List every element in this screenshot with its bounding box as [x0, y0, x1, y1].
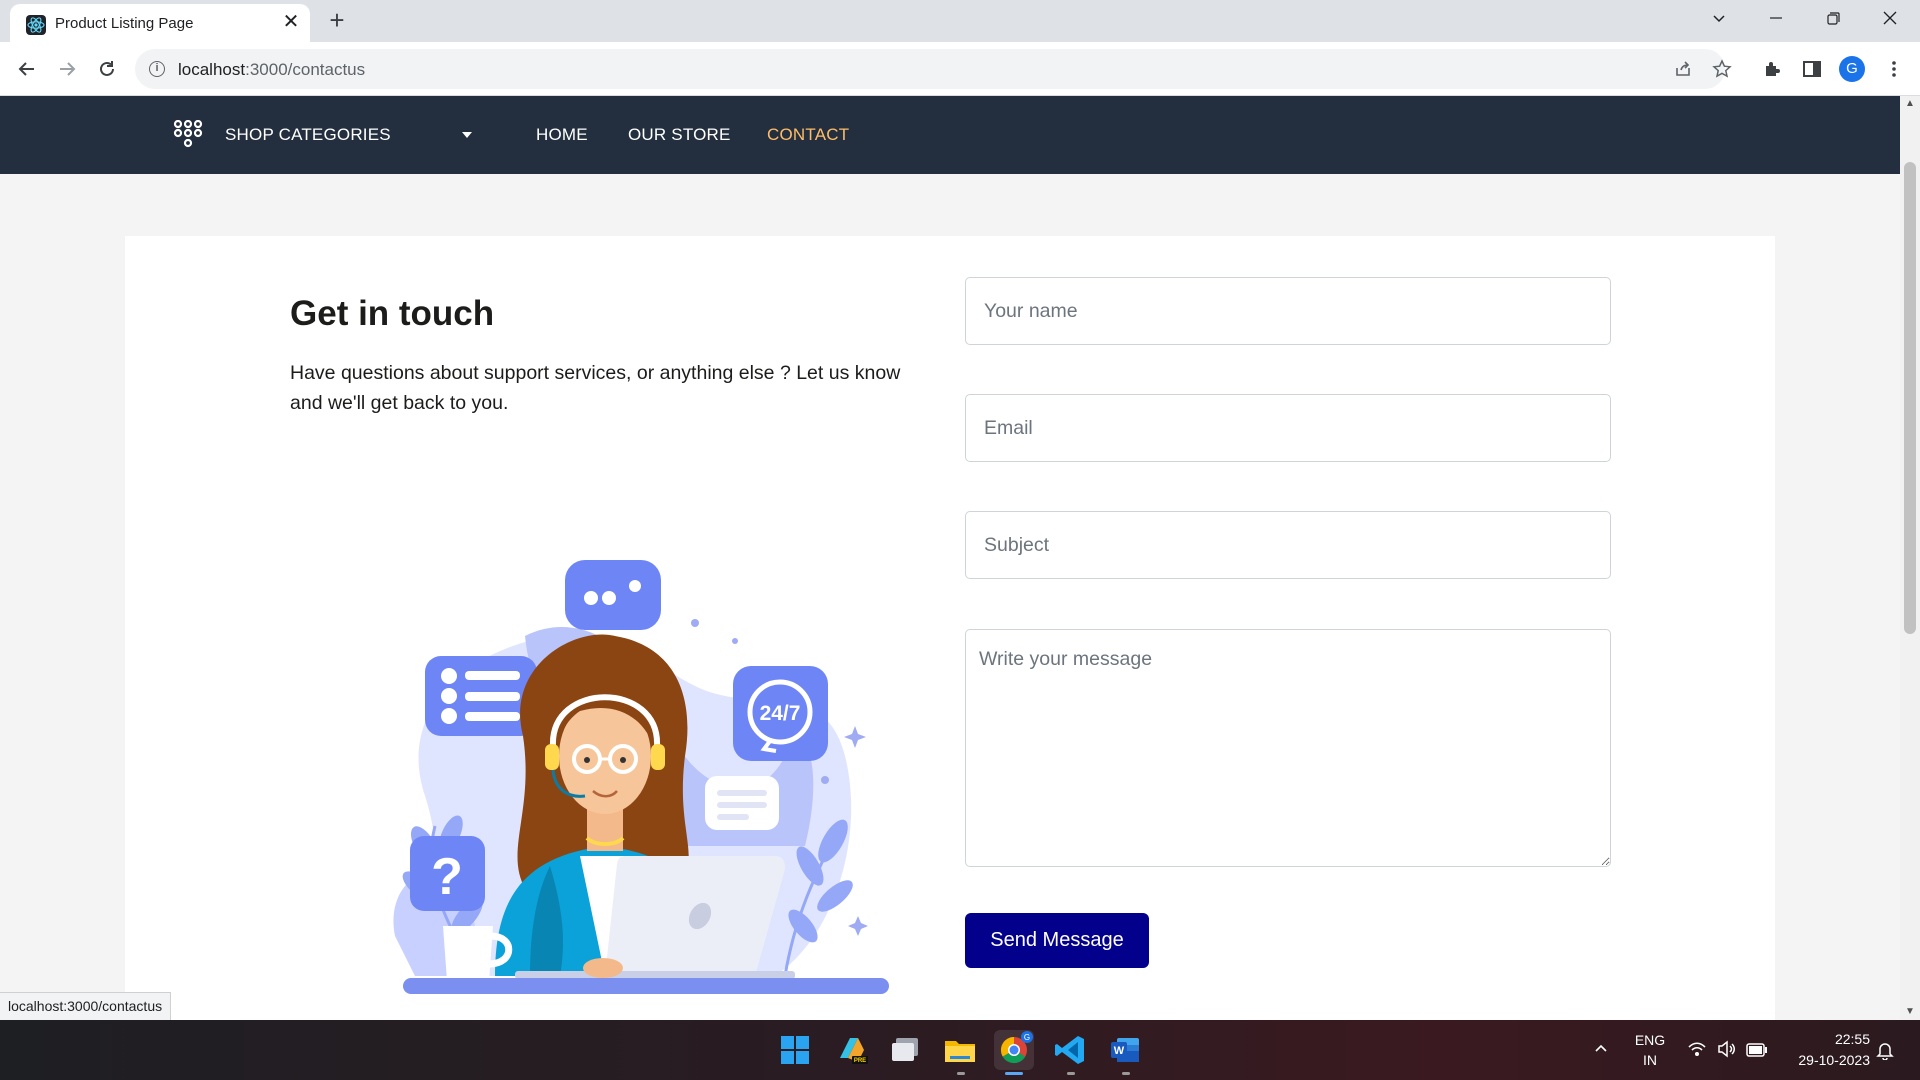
show-hidden-icons-icon[interactable] [1590, 1040, 1612, 1060]
react-favicon-icon [26, 15, 46, 35]
file-explorer-icon[interactable] [940, 1030, 980, 1070]
tab-title: Product Listing Page [55, 15, 194, 32]
region-indicator[interactable]: IN [1628, 1052, 1672, 1068]
support-agent-illustration: 24/7 ? [393, 560, 889, 994]
close-window-icon[interactable] [1865, 0, 1915, 36]
url-path: :3000/contactus [245, 60, 366, 79]
contact-card: Get in touch Have questions about suppor… [125, 236, 1775, 1020]
clock-time[interactable]: 22:55 [1780, 1031, 1870, 1047]
reload-icon[interactable] [93, 55, 121, 83]
menu-icon[interactable] [1880, 55, 1908, 83]
active-indicator [1005, 1072, 1023, 1075]
contact-description: Have questions about support services, o… [290, 362, 901, 414]
minimize-icon[interactable] [1751, 0, 1801, 36]
battery-icon[interactable] [1746, 1040, 1768, 1060]
new-tab-icon[interactable]: + [324, 7, 350, 33]
subject-field[interactable] [965, 511, 1611, 579]
clipchamp-icon[interactable]: PRE [832, 1030, 872, 1070]
nav-link-our-store[interactable]: OUR STORE [628, 125, 731, 145]
vscode-icon[interactable] [1050, 1030, 1090, 1070]
back-icon[interactable] [13, 55, 41, 83]
browser-tab-strip: Product Listing Page ✕ + [0, 0, 1920, 42]
info-icon[interactable]: i [149, 61, 165, 77]
volume-icon[interactable] [1716, 1040, 1738, 1060]
browser-tab[interactable]: Product Listing Page ✕ [10, 4, 310, 42]
profile-avatar[interactable]: G [1839, 56, 1865, 82]
tab-search-icon[interactable] [1694, 0, 1744, 36]
svg-text:PRE: PRE [854, 1058, 866, 1064]
extensions-icon[interactable] [1758, 55, 1786, 83]
page-scrollbar[interactable]: ▲ ▼ [1900, 96, 1920, 1020]
word-icon[interactable]: W [1105, 1030, 1145, 1070]
windows-taskbar: PRE G W ENG IN 22:55 29-10-2023 [0, 1020, 1920, 1080]
url-host: localhost [178, 60, 246, 79]
address-url[interactable]: localhost:3000/contactus [178, 60, 365, 80]
site-navbar: SHOP CATEGORIES HOME OUR STORE CONTACT [0, 96, 1900, 174]
scroll-up-icon[interactable]: ▲ [1900, 96, 1920, 112]
running-indicator [1122, 1072, 1130, 1075]
message-textarea[interactable] [965, 629, 1611, 867]
running-indicator [1067, 1072, 1075, 1075]
caret-down-icon[interactable] [462, 132, 472, 138]
side-panel-icon[interactable] [1798, 55, 1826, 83]
running-indicator [957, 1072, 965, 1075]
notification-bell-icon[interactable] [1874, 1040, 1896, 1061]
shop-categories-dropdown[interactable]: SHOP CATEGORIES [225, 125, 391, 145]
wifi-icon[interactable] [1686, 1040, 1708, 1060]
restore-icon[interactable] [1808, 0, 1858, 36]
share-icon[interactable] [1671, 57, 1695, 81]
status-bar-url: localhost:3000/contactus [0, 992, 172, 1020]
tab-close-icon[interactable]: ✕ [280, 11, 302, 33]
browser-toolbar: i localhost:3000/contactus [0, 42, 1920, 96]
categories-grid-icon [172, 119, 206, 150]
svg-text:G: G [1024, 1033, 1030, 1042]
forward-icon[interactable] [53, 55, 81, 83]
svg-text:W: W [1114, 1045, 1125, 1057]
scroll-thumb[interactable] [1904, 162, 1916, 634]
start-icon[interactable] [775, 1030, 815, 1070]
task-view-icon[interactable] [886, 1030, 926, 1070]
page-viewport: SHOP CATEGORIES HOME OUR STORE CONTACT G… [0, 96, 1900, 1020]
twenty-four-seven-label: 24/7 [760, 702, 801, 725]
nav-link-home[interactable]: HOME [536, 125, 588, 145]
question-mark-icon: ? [431, 848, 463, 906]
chrome-icon[interactable]: G [994, 1030, 1034, 1070]
name-field[interactable] [965, 277, 1611, 345]
scroll-down-icon[interactable]: ▼ [1900, 1004, 1920, 1020]
nav-link-contact[interactable]: CONTACT [767, 125, 849, 145]
email-field[interactable] [965, 394, 1611, 462]
star-icon[interactable] [1710, 57, 1734, 81]
address-bar[interactable]: i localhost:3000/contactus [135, 49, 1732, 89]
language-indicator[interactable]: ENG [1628, 1032, 1672, 1048]
send-message-button[interactable]: Send Message [965, 913, 1149, 968]
page-title: Get in touch [290, 294, 495, 333]
clock-date[interactable]: 29-10-2023 [1780, 1052, 1870, 1068]
